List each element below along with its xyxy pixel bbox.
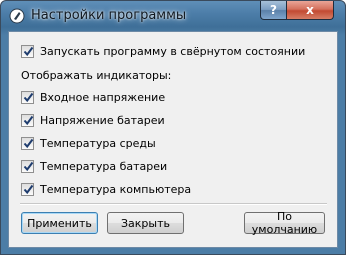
indicator-battery-temperature[interactable]: Температура батареи <box>21 158 167 174</box>
indicator-checkbox[interactable] <box>21 182 34 196</box>
indicator-label: Температура компьютера <box>40 182 192 196</box>
apply-button[interactable]: Применить <box>21 212 98 234</box>
defaults-button[interactable]: По умолчанию <box>244 210 325 236</box>
indicator-checkbox[interactable] <box>21 90 34 104</box>
divider <box>20 203 327 205</box>
checkmark-icon <box>23 161 34 171</box>
help-icon: ? <box>270 3 277 17</box>
indicator-label: Температура среды <box>40 136 156 150</box>
indicator-input-voltage[interactable]: Входное напряжение <box>21 89 165 105</box>
checkmark-icon <box>23 46 34 56</box>
indicator-checkbox[interactable] <box>21 159 34 173</box>
indicators-header: Отображать индикаторы: <box>21 69 172 82</box>
start-minimized-option[interactable]: Запускать программу в свёрнутом состояни… <box>21 43 305 59</box>
indicator-computer-temperature[interactable]: Температура компьютера <box>21 181 191 197</box>
checkmark-icon <box>23 115 34 125</box>
close-window-button[interactable]: x <box>286 1 334 20</box>
checkmark-icon <box>23 92 34 102</box>
app-icon <box>9 8 25 24</box>
title-bar[interactable]: Настройки программы ? x <box>1 1 345 31</box>
start-minimized-checkbox[interactable] <box>21 44 34 58</box>
checkmark-icon <box>23 138 34 148</box>
indicator-checkbox[interactable] <box>21 113 34 127</box>
indicator-label: Температура батареи <box>40 159 168 173</box>
indicator-label: Входное напряжение <box>40 90 166 104</box>
close-button[interactable]: Закрыть <box>107 212 184 234</box>
start-minimized-label: Запускать программу в свёрнутом состояни… <box>40 44 306 58</box>
indicator-battery-voltage[interactable]: Напряжение батареи <box>21 112 165 128</box>
close-icon: x <box>306 3 314 17</box>
indicator-ambient-temperature[interactable]: Температура среды <box>21 135 156 151</box>
indicator-checkbox[interactable] <box>21 136 34 150</box>
settings-window: Настройки программы ? x Запускать програ… <box>0 0 346 255</box>
indicator-label: Напряжение батареи <box>40 113 165 127</box>
checkmark-icon <box>23 184 34 194</box>
help-button[interactable]: ? <box>260 1 287 20</box>
window-title: Настройки программы <box>31 8 187 23</box>
dialog-content: Запускать программу в свёрнутом состояни… <box>8 31 338 248</box>
